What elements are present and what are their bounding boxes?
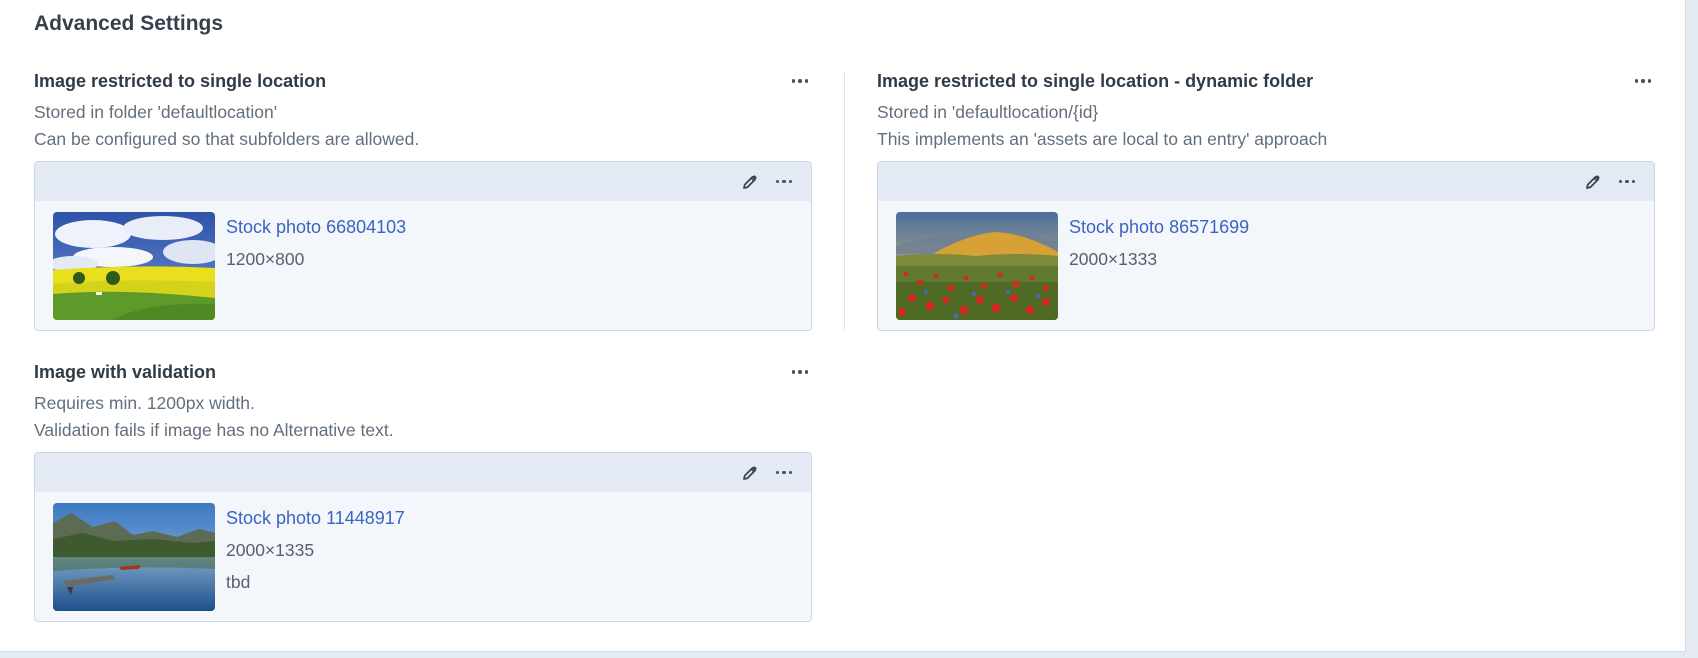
asset-dimensions: 2000×1333 bbox=[1069, 249, 1158, 269]
asset-title-link[interactable]: Stock photo 11448917 bbox=[226, 505, 405, 531]
field-instruction: This implements an 'assets are local to … bbox=[877, 129, 1328, 149]
pencil-icon bbox=[743, 465, 757, 480]
ellipsis-icon bbox=[775, 179, 793, 184]
lake-dock-thumbnail[interactable] bbox=[53, 503, 215, 611]
asset-title-link[interactable]: Stock photo 66804103 bbox=[226, 214, 406, 240]
asset-card-toolbar bbox=[878, 162, 1654, 201]
field-dynamic-folder: Image restricted to single location - dy… bbox=[877, 68, 1655, 331]
edit-button[interactable] bbox=[737, 460, 763, 486]
field-instruction: Stored in 'defaultlocation/{id} bbox=[877, 102, 1099, 122]
field-instruction: Requires min. 1200px width. bbox=[34, 393, 255, 413]
ellipsis-icon bbox=[791, 79, 809, 83]
asset-note: tbd bbox=[226, 572, 251, 592]
asset-card: Stock photo 86571699 2000×1333 bbox=[877, 161, 1655, 331]
ellipsis-icon bbox=[775, 470, 793, 475]
asset-menu-button[interactable] bbox=[771, 169, 797, 195]
field-menu-button[interactable] bbox=[1631, 70, 1655, 92]
asset-card-toolbar bbox=[35, 162, 811, 201]
field-image-validation: Image with validation Requires min. 1200… bbox=[34, 359, 812, 622]
section-title: Advanced Settings bbox=[34, 12, 224, 35]
field-label: Image restricted to single location bbox=[34, 71, 327, 91]
canola-field-thumbnail[interactable] bbox=[53, 212, 215, 320]
field-label: Image restricted to single location - dy… bbox=[877, 71, 1314, 91]
ellipsis-icon bbox=[1634, 79, 1652, 83]
asset-menu-button[interactable] bbox=[771, 460, 797, 486]
field-instruction: Validation fails if image has no Alterna… bbox=[34, 420, 394, 440]
asset-dimensions: 1200×800 bbox=[226, 249, 305, 269]
field-label: Image with validation bbox=[34, 362, 217, 382]
pencil-icon bbox=[1586, 174, 1600, 189]
asset-title-link[interactable]: Stock photo 86571699 bbox=[1069, 214, 1249, 240]
asset-card-toolbar bbox=[35, 453, 811, 492]
asset-dimensions: 2000×1335 bbox=[226, 540, 315, 560]
field-instruction: Stored in folder 'defaultlocation' bbox=[34, 102, 278, 122]
ellipsis-icon bbox=[791, 370, 809, 374]
advanced-settings-panel: Advanced Settings Image restricted to si… bbox=[0, 0, 1686, 652]
asset-card: Stock photo 11448917 2000×1335 tbd bbox=[34, 452, 812, 622]
field-menu-button[interactable] bbox=[788, 361, 812, 383]
edit-button[interactable] bbox=[737, 169, 763, 195]
poppy-field-thumbnail[interactable] bbox=[896, 212, 1058, 320]
ellipsis-icon bbox=[1618, 179, 1636, 184]
field-instruction: Can be configured so that subfolders are… bbox=[34, 129, 420, 149]
pencil-icon bbox=[743, 174, 757, 189]
edit-button[interactable] bbox=[1580, 169, 1606, 195]
asset-menu-button[interactable] bbox=[1614, 169, 1640, 195]
asset-card: Stock photo 66804103 1200×800 bbox=[34, 161, 812, 331]
field-menu-button[interactable] bbox=[788, 70, 812, 92]
column-divider bbox=[844, 72, 845, 330]
field-single-location: Image restricted to single location Stor… bbox=[34, 68, 812, 331]
